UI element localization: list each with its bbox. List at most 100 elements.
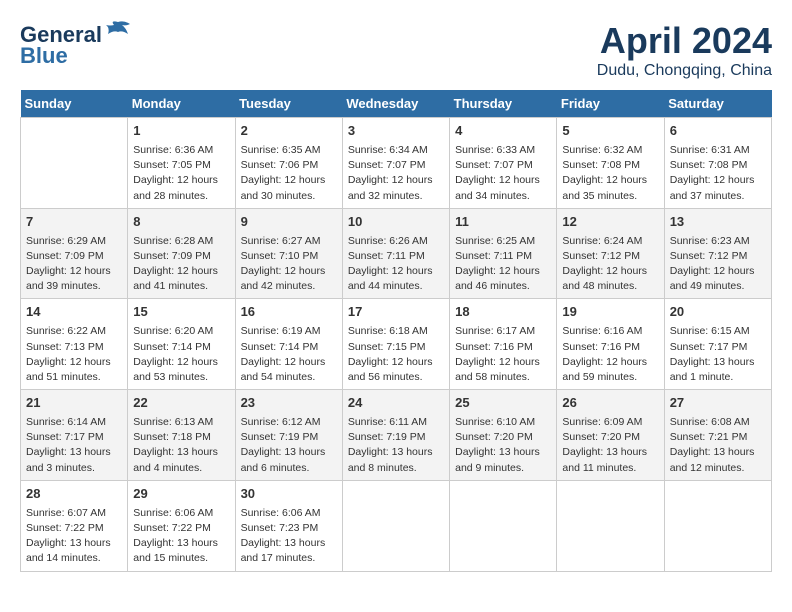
day-info: Sunrise: 6:32 AM Sunset: 7:08 PM Dayligh… <box>562 143 658 204</box>
weekday-header-thursday: Thursday <box>450 90 557 118</box>
day-info: Sunrise: 6:26 AM Sunset: 7:11 PM Dayligh… <box>348 234 444 295</box>
calendar-cell: 7Sunrise: 6:29 AM Sunset: 7:09 PM Daylig… <box>21 208 128 299</box>
weekday-header-row: SundayMondayTuesdayWednesdayThursdayFrid… <box>21 90 772 118</box>
logo: General Blue <box>20 20 132 69</box>
day-number: 23 <box>241 394 337 413</box>
calendar-table: SundayMondayTuesdayWednesdayThursdayFrid… <box>20 90 772 572</box>
day-number: 4 <box>455 122 551 141</box>
calendar-cell: 12 Sunrise: 6:24 AM Sunset: 7:12 PM Dayli… <box>557 208 664 299</box>
day-info: Sunrise: 6:22 AM Sunset: 7:13 PM Dayligh… <box>26 324 122 385</box>
calendar-cell: 26 Sunrise: 6:09 AM Sunset: 7:20 PM Dayli… <box>557 390 664 481</box>
day-info: Sunrise: 6:09 AM Sunset: 7:20 PM Dayligh… <box>562 415 658 476</box>
day-info: Sunrise: 6:34 AM Sunset: 7:07 PM Dayligh… <box>348 143 444 204</box>
calendar-week-row: 1 Sunrise: 6:36 AM Sunset: 7:05 PM Daylig… <box>21 118 772 209</box>
day-number: 3 <box>348 122 444 141</box>
day-number: 18 <box>455 303 551 322</box>
day-number: 1 <box>133 122 229 141</box>
day-number: 30 <box>241 485 337 504</box>
day-number: 7 <box>26 213 122 232</box>
day-number: 21 <box>26 394 122 413</box>
calendar-week-row: 14 Sunrise: 6:22 AM Sunset: 7:13 PM Dayli… <box>21 299 772 390</box>
day-number: 27 <box>670 394 766 413</box>
day-number: 12 <box>562 213 658 232</box>
calendar-cell: 21 Sunrise: 6:14 AM Sunset: 7:17 PM Dayli… <box>21 390 128 481</box>
day-info: Sunrise: 6:24 AM Sunset: 7:12 PM Dayligh… <box>562 234 658 295</box>
calendar-cell: 8 Sunrise: 6:28 AM Sunset: 7:09 PM Daylig… <box>128 208 235 299</box>
calendar-cell: 9 Sunrise: 6:27 AM Sunset: 7:10 PM Daylig… <box>235 208 342 299</box>
calendar-cell <box>664 480 771 571</box>
calendar-cell: 2 Sunrise: 6:35 AM Sunset: 7:06 PM Daylig… <box>235 118 342 209</box>
calendar-cell: 4 Sunrise: 6:33 AM Sunset: 7:07 PM Daylig… <box>450 118 557 209</box>
calendar-cell <box>557 480 664 571</box>
day-info: Sunrise: 6:06 AM Sunset: 7:22 PM Dayligh… <box>133 506 229 567</box>
day-number: 15 <box>133 303 229 322</box>
calendar-cell: 30 Sunrise: 6:06 AM Sunset: 7:23 PM Dayli… <box>235 480 342 571</box>
day-number: 29 <box>133 485 229 504</box>
weekday-header-monday: Monday <box>128 90 235 118</box>
day-info: Sunrise: 6:23 AM Sunset: 7:12 PM Dayligh… <box>670 234 766 295</box>
day-info: Sunrise: 6:19 AM Sunset: 7:14 PM Dayligh… <box>241 324 337 385</box>
location: Dudu, Chongqing, China <box>597 62 772 80</box>
day-number: 16 <box>241 303 337 322</box>
calendar-cell <box>342 480 449 571</box>
day-info: Sunrise: 6:13 AM Sunset: 7:18 PM Dayligh… <box>133 415 229 476</box>
day-number: 17 <box>348 303 444 322</box>
calendar-cell: 3 Sunrise: 6:34 AM Sunset: 7:07 PM Daylig… <box>342 118 449 209</box>
month-title: April 2024 <box>597 20 772 62</box>
calendar-cell: 29 Sunrise: 6:06 AM Sunset: 7:22 PM Dayli… <box>128 480 235 571</box>
calendar-cell: 18 Sunrise: 6:17 AM Sunset: 7:16 PM Dayli… <box>450 299 557 390</box>
day-number: 22 <box>133 394 229 413</box>
calendar-cell: 25Sunrise: 6:10 AM Sunset: 7:20 PM Dayli… <box>450 390 557 481</box>
weekday-header-friday: Friday <box>557 90 664 118</box>
calendar-cell: 15 Sunrise: 6:20 AM Sunset: 7:14 PM Dayli… <box>128 299 235 390</box>
day-info: Sunrise: 6:27 AM Sunset: 7:10 PM Dayligh… <box>241 234 337 295</box>
day-number: 20 <box>670 303 766 322</box>
day-number: 10 <box>348 213 444 232</box>
day-info: Sunrise: 6:17 AM Sunset: 7:16 PM Dayligh… <box>455 324 551 385</box>
calendar-cell: 6 Sunrise: 6:31 AM Sunset: 7:08 PM Daylig… <box>664 118 771 209</box>
page-header: General Blue April 2024 Dudu, Chongqing,… <box>20 20 772 80</box>
logo-bird-icon <box>104 20 132 42</box>
day-info: Sunrise: 6:14 AM Sunset: 7:17 PM Dayligh… <box>26 415 122 476</box>
calendar-cell: 20 Sunrise: 6:15 AM Sunset: 7:17 PM Dayli… <box>664 299 771 390</box>
day-number: 14 <box>26 303 122 322</box>
calendar-cell: 22 Sunrise: 6:13 AM Sunset: 7:18 PM Dayli… <box>128 390 235 481</box>
calendar-cell <box>21 118 128 209</box>
day-info: Sunrise: 6:28 AM Sunset: 7:09 PM Dayligh… <box>133 234 229 295</box>
calendar-week-row: 28 Sunrise: 6:07 AM Sunset: 7:22 PM Dayli… <box>21 480 772 571</box>
day-info: Sunrise: 6:36 AM Sunset: 7:05 PM Dayligh… <box>133 143 229 204</box>
calendar-cell: 16 Sunrise: 6:19 AM Sunset: 7:14 PM Dayli… <box>235 299 342 390</box>
day-info: Sunrise: 6:31 AM Sunset: 7:08 PM Dayligh… <box>670 143 766 204</box>
day-number: 9 <box>241 213 337 232</box>
calendar-cell <box>450 480 557 571</box>
day-info: Sunrise: 6:20 AM Sunset: 7:14 PM Dayligh… <box>133 324 229 385</box>
day-number: 24 <box>348 394 444 413</box>
day-number: 2 <box>241 122 337 141</box>
day-info: Sunrise: 6:33 AM Sunset: 7:07 PM Dayligh… <box>455 143 551 204</box>
day-info: Sunrise: 6:15 AM Sunset: 7:17 PM Dayligh… <box>670 324 766 385</box>
day-info: Sunrise: 6:35 AM Sunset: 7:06 PM Dayligh… <box>241 143 337 204</box>
day-number: 11 <box>455 213 551 232</box>
calendar-cell: 24 Sunrise: 6:11 AM Sunset: 7:19 PM Dayli… <box>342 390 449 481</box>
weekday-header-sunday: Sunday <box>21 90 128 118</box>
title-block: April 2024 Dudu, Chongqing, China <box>597 20 772 80</box>
day-info: Sunrise: 6:25 AM Sunset: 7:11 PM Dayligh… <box>455 234 551 295</box>
weekday-header-saturday: Saturday <box>664 90 771 118</box>
calendar-cell: 13Sunrise: 6:23 AM Sunset: 7:12 PM Dayli… <box>664 208 771 299</box>
day-number: 26 <box>562 394 658 413</box>
day-number: 19 <box>562 303 658 322</box>
day-info: Sunrise: 6:06 AM Sunset: 7:23 PM Dayligh… <box>241 506 337 567</box>
calendar-week-row: 7Sunrise: 6:29 AM Sunset: 7:09 PM Daylig… <box>21 208 772 299</box>
calendar-cell: 23Sunrise: 6:12 AM Sunset: 7:19 PM Dayli… <box>235 390 342 481</box>
calendar-cell: 19Sunrise: 6:16 AM Sunset: 7:16 PM Dayli… <box>557 299 664 390</box>
calendar-cell: 11 Sunrise: 6:25 AM Sunset: 7:11 PM Dayli… <box>450 208 557 299</box>
day-info: Sunrise: 6:18 AM Sunset: 7:15 PM Dayligh… <box>348 324 444 385</box>
day-number: 28 <box>26 485 122 504</box>
day-number: 6 <box>670 122 766 141</box>
calendar-cell: 5Sunrise: 6:32 AM Sunset: 7:08 PM Daylig… <box>557 118 664 209</box>
day-info: Sunrise: 6:07 AM Sunset: 7:22 PM Dayligh… <box>26 506 122 567</box>
day-info: Sunrise: 6:10 AM Sunset: 7:20 PM Dayligh… <box>455 415 551 476</box>
day-number: 8 <box>133 213 229 232</box>
day-info: Sunrise: 6:11 AM Sunset: 7:19 PM Dayligh… <box>348 415 444 476</box>
weekday-header-wednesday: Wednesday <box>342 90 449 118</box>
